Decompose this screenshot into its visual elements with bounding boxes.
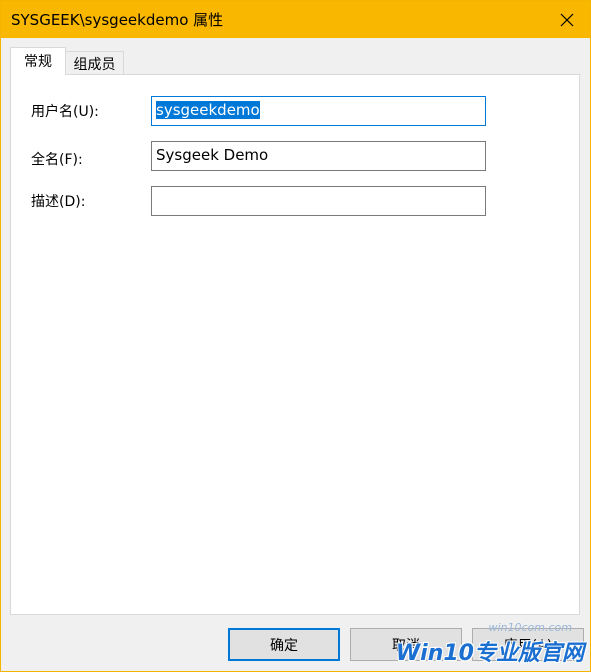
tab-member-of-label: 组成员	[73, 56, 116, 73]
tab-general-label: 常规	[24, 53, 52, 70]
tab-member-of[interactable]: 组成员	[66, 51, 124, 75]
close-button[interactable]	[544, 1, 590, 38]
fullname-label: 全名(F):	[31, 152, 83, 168]
description-label: 描述(D):	[31, 194, 86, 210]
username-label: 用户名(U):	[31, 104, 99, 120]
fullname-value: Sysgeek Demo	[156, 146, 269, 164]
tab-general[interactable]: 常规	[10, 47, 66, 75]
close-icon	[560, 13, 574, 26]
description-field[interactable]	[151, 186, 486, 216]
watermark-sub: win10com.com	[488, 621, 572, 634]
ok-button[interactable]: 确定	[228, 628, 340, 661]
title-bar[interactable]: SYSGEEK\sysgeekdemo 属性	[1, 1, 590, 38]
window-title: SYSGEEK\sysgeekdemo 属性	[11, 11, 224, 29]
username-value: sysgeekdemo	[156, 101, 260, 119]
site-watermark: win10com.com Win10专业版官网	[395, 621, 584, 667]
watermark-text: Win10专业版官网	[395, 641, 584, 666]
username-field[interactable]: sysgeekdemo	[151, 96, 486, 126]
ok-button-label: 确定	[270, 637, 298, 654]
fullname-field[interactable]: Sysgeek Demo	[151, 141, 486, 171]
properties-dialog: SYSGEEK\sysgeekdemo 属性 常规 组成员 用户名(U): sy…	[0, 0, 591, 672]
tab-panel-general: 用户名(U): sysgeekdemo 全名(F): Sysgeek Demo …	[10, 74, 580, 615]
